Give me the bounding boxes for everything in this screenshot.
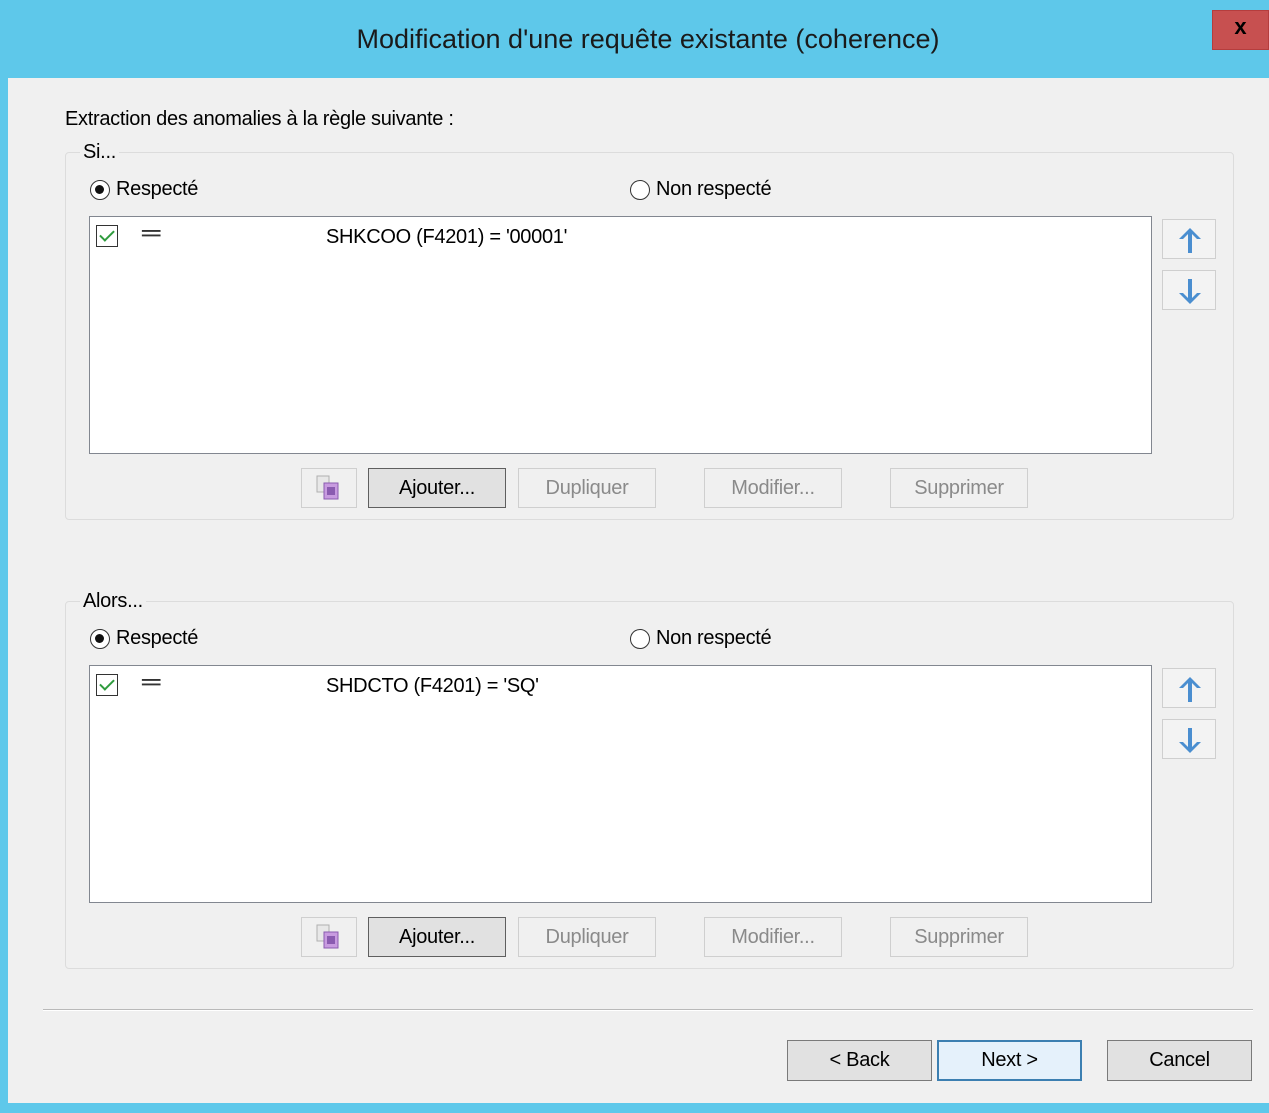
then-modify-button[interactable]: Modifier...	[704, 917, 842, 957]
if-rules-list[interactable]: ═ SHKCOO (F4201) = '00001'	[89, 216, 1152, 454]
then-radio-not-respected[interactable]: Non respecté	[630, 627, 772, 650]
if-add-button[interactable]: Ajouter...	[368, 468, 506, 508]
if-group-title: Si...	[80, 141, 119, 164]
if-duplicate-button[interactable]: Dupliquer	[518, 468, 656, 508]
back-button[interactable]: < Back	[787, 1040, 932, 1081]
arrow-down-icon	[1179, 279, 1201, 304]
move-down-button[interactable]	[1162, 719, 1216, 759]
list-item[interactable]: ═ SHDCTO (F4201) = 'SQ'	[90, 666, 1151, 702]
if-radio-respected[interactable]: Respecté	[90, 178, 198, 201]
equals-icon: ═	[142, 217, 161, 247]
radio-unselected-icon	[630, 179, 650, 200]
then-group: Alors... Respecté Non respecté ═ SHDCTO …	[65, 590, 1234, 969]
then-add-button[interactable]: Ajouter...	[368, 917, 506, 957]
list-item[interactable]: ═ SHKCOO (F4201) = '00001'	[90, 217, 1151, 253]
close-button[interactable]: x	[1212, 10, 1269, 50]
dialog-window: Modification d'une requête existante (co…	[0, 0, 1269, 1113]
then-delete-button[interactable]: Supprimer	[890, 917, 1028, 957]
if-modify-button[interactable]: Modifier...	[704, 468, 842, 508]
cancel-button[interactable]: Cancel	[1107, 1040, 1252, 1081]
radio-unselected-icon	[630, 628, 650, 649]
then-radio-respected[interactable]: Respecté	[90, 627, 198, 650]
then-group-title: Alors...	[80, 590, 146, 613]
arrow-up-icon	[1179, 228, 1201, 253]
radio-selected-icon	[90, 179, 110, 200]
footer-divider-highlight	[43, 1010, 1253, 1011]
copy-rule-button[interactable]	[301, 917, 357, 957]
rule-text: SHKCOO (F4201) = '00001'	[326, 226, 568, 248]
copy-icon	[316, 475, 339, 500]
then-duplicate-button[interactable]: Dupliquer	[518, 917, 656, 957]
rule-checkbox[interactable]	[96, 225, 118, 247]
then-rules-list[interactable]: ═ SHDCTO (F4201) = 'SQ'	[89, 665, 1152, 903]
intro-label: Extraction des anomalies à la règle suiv…	[65, 108, 454, 130]
rule-checkbox[interactable]	[96, 674, 118, 696]
equals-icon: ═	[142, 666, 161, 696]
window-title: Modification d'une requête existante (co…	[356, 24, 940, 54]
arrow-up-icon	[1179, 677, 1201, 702]
radio-selected-icon	[90, 628, 110, 649]
close-icon: x	[1234, 14, 1247, 39]
rule-text: SHDCTO (F4201) = 'SQ'	[326, 675, 539, 697]
move-up-button[interactable]	[1162, 219, 1216, 259]
if-delete-button[interactable]: Supprimer	[890, 468, 1028, 508]
if-radio-not-respected[interactable]: Non respecté	[630, 178, 772, 201]
title-bar[interactable]: Modification d'une requête existante (co…	[0, 0, 1269, 78]
next-button[interactable]: Next >	[937, 1040, 1082, 1081]
move-up-button[interactable]	[1162, 668, 1216, 708]
copy-rule-button[interactable]	[301, 468, 357, 508]
arrow-down-icon	[1179, 728, 1201, 753]
copy-icon	[316, 924, 339, 949]
if-group: Si... Respecté Non respecté ═ SHKCOO (F4…	[65, 141, 1234, 520]
move-down-button[interactable]	[1162, 270, 1216, 310]
